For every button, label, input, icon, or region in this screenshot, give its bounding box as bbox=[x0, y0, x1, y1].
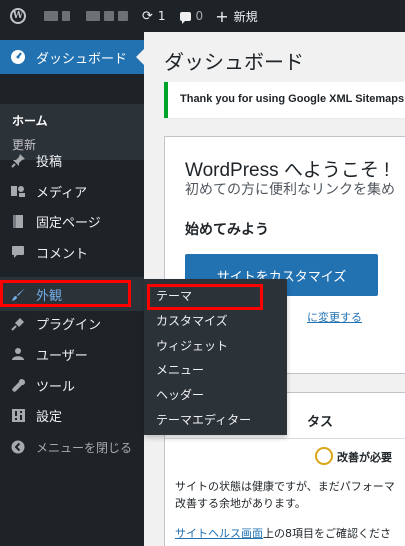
plus-icon: + bbox=[215, 6, 229, 26]
health-status-label: 改善が必要 bbox=[337, 451, 392, 464]
health-link-suffix: 上の8項目をご確認くださ bbox=[263, 527, 391, 540]
new-content-menu[interactable]: + 新規 bbox=[215, 0, 257, 32]
menu-users-label: ユーザー bbox=[36, 348, 88, 364]
menu-settings[interactable]: 設定 bbox=[0, 398, 144, 432]
appearance-flyout-menu: テーマ カスタマイズ ウィジェット メニュー ヘッダー テーマエディター bbox=[144, 279, 287, 435]
sitemap-notice: Thank you for using Google XML Sitemaps bbox=[164, 82, 405, 118]
health-status-circle-icon bbox=[315, 447, 333, 465]
paintbrush-icon bbox=[0, 287, 36, 302]
change-theme-link[interactable]: に変更する bbox=[307, 309, 362, 325]
admin-sidebar: ダッシュボード ホーム 更新 投稿 メディア 固定ページ コメント 外観 プラグ… bbox=[0, 32, 144, 546]
menu-comments-label: コメント bbox=[36, 246, 89, 262]
site-health-title: タス bbox=[307, 415, 334, 430]
page-icon bbox=[0, 214, 36, 229]
welcome-title: WordPress へようこそ ! bbox=[185, 160, 390, 181]
customize-blurred[interactable] bbox=[86, 11, 100, 21]
new-label: 新規 bbox=[233, 9, 258, 24]
settings-sliders-icon bbox=[0, 408, 36, 422]
wrench-icon bbox=[0, 378, 36, 393]
comment-count: 0 bbox=[195, 9, 204, 23]
health-description-line2: 改善する余地があります。 bbox=[175, 497, 306, 510]
menu-plugins[interactable]: プラグイン bbox=[0, 306, 144, 340]
flyout-customize[interactable]: カスタマイズ bbox=[156, 309, 228, 333]
divider bbox=[165, 438, 405, 439]
pushpin-icon bbox=[0, 153, 36, 168]
menu-comments[interactable]: コメント bbox=[0, 235, 144, 269]
admin-bar: W ⟳ 1 0 + 新規 bbox=[0, 0, 405, 32]
flyout-menus[interactable]: メニュー bbox=[156, 358, 204, 382]
updates-menu[interactable]: ⟳ 1 bbox=[142, 0, 166, 32]
health-description-line1: サイトの状態は健康ですが、まだパフォーマ bbox=[175, 480, 395, 493]
menu-tools-label: ツール bbox=[36, 379, 76, 395]
media-icon bbox=[0, 184, 36, 198]
menu-tools[interactable]: ツール bbox=[0, 368, 144, 402]
menu-posts-label: 投稿 bbox=[36, 154, 63, 170]
update-count: 1 bbox=[157, 9, 166, 23]
dashboard-gauge-icon bbox=[0, 49, 36, 65]
menu-dashboard-label: ダッシュボード bbox=[36, 51, 128, 67]
health-link-line: サイトヘルス画面上の8項目をご確認くださ bbox=[175, 525, 391, 541]
plug-icon bbox=[0, 316, 36, 331]
page-title: ダッシュボード bbox=[164, 50, 304, 74]
site-health-link[interactable]: サイトヘルス画面 bbox=[175, 527, 263, 540]
get-started-heading: 始めてみよう bbox=[185, 222, 269, 238]
menu-pages-label: 固定ページ bbox=[36, 215, 101, 231]
refresh-icon: ⟳ bbox=[142, 8, 153, 24]
comment-icon bbox=[0, 245, 36, 259]
submenu-home[interactable]: ホーム bbox=[12, 112, 48, 129]
flyout-header[interactable]: ヘッダー bbox=[156, 383, 204, 407]
site-name-blurred[interactable] bbox=[44, 11, 58, 21]
menu-pages[interactable]: 固定ページ bbox=[0, 204, 144, 238]
menu-settings-label: 設定 bbox=[36, 409, 63, 425]
menu-posts[interactable]: 投稿 bbox=[0, 143, 144, 177]
menu-users[interactable]: ユーザー bbox=[0, 337, 144, 371]
welcome-subtitle: 初めての方に便利なリンクを集め bbox=[185, 182, 395, 198]
menu-media[interactable]: メディア bbox=[0, 174, 144, 208]
collapse-menu-label: メニューを閉じる bbox=[36, 440, 133, 455]
flyout-theme-editor[interactable]: テーマエディター bbox=[156, 408, 251, 432]
wordpress-logo-icon[interactable]: W bbox=[4, 0, 32, 32]
user-icon bbox=[0, 347, 36, 361]
menu-media-label: メディア bbox=[36, 185, 88, 201]
menu-appearance-label: 外観 bbox=[36, 288, 63, 304]
menu-plugins-label: プラグイン bbox=[36, 317, 102, 333]
menu-dashboard[interactable]: ダッシュボード bbox=[0, 40, 144, 74]
comment-bubble-icon bbox=[179, 11, 191, 24]
flyout-widgets[interactable]: ウィジェット bbox=[156, 334, 228, 358]
collapse-menu-button[interactable]: メニューを閉じる bbox=[0, 430, 144, 464]
flyout-themes[interactable]: テーマ bbox=[156, 284, 192, 308]
comments-menu[interactable]: 0 bbox=[179, 0, 204, 32]
collapse-arrow-icon bbox=[0, 440, 36, 454]
notice-text: Thank you for using Google XML Sitemaps bbox=[180, 93, 405, 105]
